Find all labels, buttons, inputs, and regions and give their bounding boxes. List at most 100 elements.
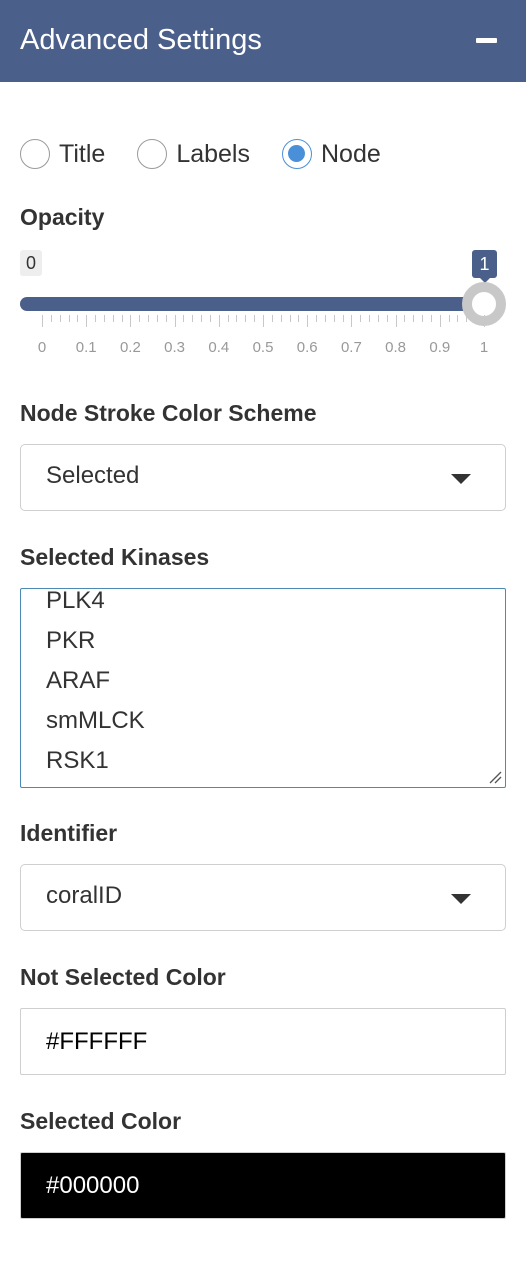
slider-tick <box>192 315 194 322</box>
slider-value-badge: 1 <box>472 250 497 283</box>
slider-tick <box>395 315 397 327</box>
panel-title: Advanced Settings <box>20 24 262 56</box>
radio-button[interactable] <box>20 139 50 169</box>
slider-tick-label: 1 <box>479 339 489 356</box>
slider-tick <box>86 315 88 327</box>
slider-tick <box>307 315 309 327</box>
slider-tick <box>386 315 388 322</box>
radio-label: Labels <box>176 139 250 168</box>
slider-tick <box>245 315 247 322</box>
slider-tick <box>218 315 220 327</box>
radio-label: Node <box>320 139 381 168</box>
slider-tick <box>201 315 203 322</box>
collapse-icon[interactable] <box>476 38 497 43</box>
list-item[interactable]: PLK4 <box>46 589 145 621</box>
panel-header: Advanced Settings <box>0 0 526 82</box>
radio-title[interactable]: Title <box>20 139 105 169</box>
slider-tick <box>183 315 185 322</box>
slider-tick <box>360 315 362 322</box>
slider-tick <box>298 315 300 322</box>
slider-tick-label: 0.3 <box>164 339 186 356</box>
selected-color-input[interactable] <box>20 1152 506 1219</box>
slider-tick <box>280 315 282 322</box>
slider-ticks <box>0 315 526 329</box>
slider-tick <box>316 315 318 322</box>
slider-tick-label: 0.8 <box>385 339 407 356</box>
identifier-select[interactable]: coralID <box>20 864 506 931</box>
slider-tick <box>484 315 485 327</box>
slider-tick <box>77 315 79 322</box>
slider-tick <box>95 315 97 322</box>
slider-tick-label: 0.6 <box>296 339 318 356</box>
slider-tick <box>466 315 468 322</box>
slider-tick <box>156 315 158 322</box>
list-item[interactable]: RSK1 <box>46 741 145 781</box>
slider-tick-label: 0.7 <box>340 339 362 356</box>
list-item[interactable]: smMLCK <box>46 701 145 741</box>
slider-tick <box>174 315 176 327</box>
select-value: coralID <box>46 882 123 909</box>
slider-tick <box>130 315 132 327</box>
slider-tick <box>263 315 264 327</box>
slider-tick <box>324 315 326 322</box>
opacity-label: Opacity <box>20 204 105 230</box>
slider-tick <box>254 315 256 322</box>
radio-label: Title <box>59 139 106 168</box>
radio-labels[interactable]: Labels <box>137 139 250 169</box>
stroke-scheme-select[interactable]: Selected <box>20 444 506 511</box>
list-item[interactable]: PKR <box>46 621 145 661</box>
slider-tick <box>103 315 105 322</box>
list-item[interactable]: ARAF <box>46 661 145 701</box>
slider-tick <box>342 315 344 322</box>
slider-tick <box>333 315 335 322</box>
kinases-listbox[interactable]: PLK4 PKR ARAF smMLCK RSK1 <box>20 588 506 788</box>
not-selected-color-label: Not Selected Color <box>20 964 226 990</box>
slider-tick <box>369 315 371 322</box>
slider-tick <box>351 315 353 327</box>
slider-tick <box>413 315 415 322</box>
radio-button[interactable] <box>137 139 168 169</box>
slider-tick <box>404 315 406 322</box>
identifier-label: Identifier <box>20 820 118 846</box>
slider-tick-label: 0.5 <box>252 339 274 356</box>
radio-node[interactable]: Node <box>281 139 381 169</box>
not-selected-color-input[interactable] <box>20 1008 506 1075</box>
select-value: Selected <box>46 462 140 489</box>
slider-tick <box>68 315 70 322</box>
slider-tick <box>439 315 441 327</box>
slider-tick <box>227 315 229 322</box>
slider-tick <box>236 315 238 322</box>
slider-tick <box>475 315 477 322</box>
radio-button-selected[interactable] <box>281 139 312 169</box>
slider-min-badge: 0 <box>20 250 43 276</box>
slider-tick <box>165 315 167 322</box>
slider-tick-label: 0 <box>37 339 47 356</box>
slider-tick <box>377 315 379 322</box>
slider-tick <box>50 315 52 322</box>
slider-tick <box>121 315 123 322</box>
slider-tick <box>112 315 114 322</box>
slider-tick <box>42 315 43 327</box>
stroke-scheme-label: Node Stroke Color Scheme <box>20 400 317 426</box>
slider-tick <box>457 315 459 322</box>
caret-down-icon <box>451 894 471 904</box>
kinases-label: Selected Kinases <box>20 544 210 570</box>
slider-tick <box>59 315 61 322</box>
caret-down-icon <box>451 474 471 484</box>
slider-tick <box>289 315 291 322</box>
slider-tick <box>209 315 211 322</box>
label-target-radio-group: Title Labels Node <box>20 136 413 172</box>
slider-tick <box>430 315 432 322</box>
slider-tick <box>271 315 273 322</box>
slider-tick-label: 0.2 <box>119 339 141 356</box>
opacity-slider-track[interactable] <box>20 297 484 311</box>
slider-tick <box>139 315 141 322</box>
slider-tick-label: 0.1 <box>75 339 97 356</box>
kinases-list: PLK4 PKR ARAF smMLCK RSK1 <box>46 589 145 781</box>
slider-tick <box>448 315 450 322</box>
slider-tick-labels: 0 0.1 0.2 0.3 0.4 0.5 0.6 0.7 0.8 0.9 1 <box>0 339 526 359</box>
slider-tick <box>148 315 150 322</box>
selected-color-label: Selected Color <box>20 1108 182 1134</box>
slider-tick-label: 0.9 <box>429 339 451 356</box>
resize-handle-icon[interactable] <box>488 770 502 784</box>
